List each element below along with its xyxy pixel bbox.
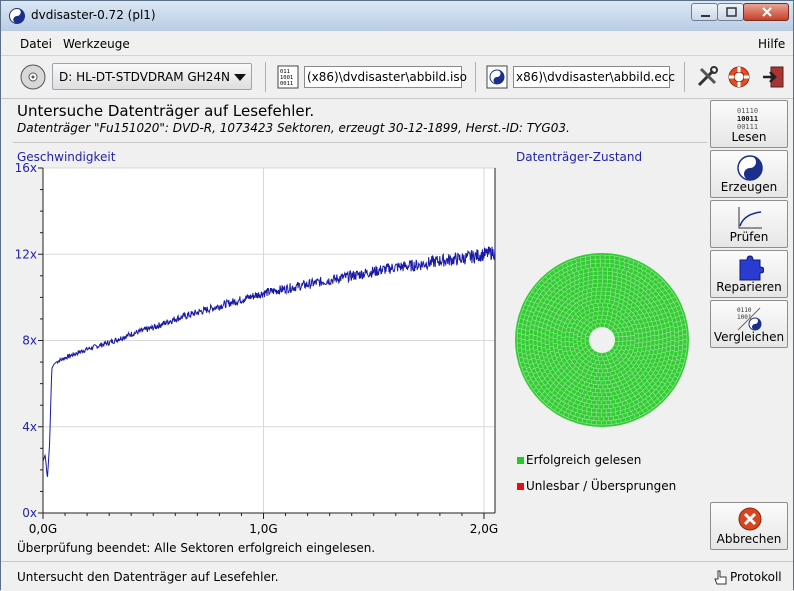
y-tick-label: 12x	[15, 247, 37, 261]
repair-button-label: Reparieren	[711, 280, 787, 294]
cancel-button[interactable]: Abbrechen	[710, 502, 788, 550]
svg-text:0110: 0110	[737, 307, 752, 314]
log-button[interactable]: Protokoll	[711, 568, 787, 586]
yin-yang-icon	[736, 154, 764, 182]
result-message: Überprüfung beendet: Alle Sektoren erfol…	[17, 541, 375, 555]
legend-label-error: Unlesbar / Übersprungen	[526, 479, 676, 493]
cancel-button-label: Abbrechen	[711, 532, 787, 546]
cancel-icon	[736, 506, 764, 534]
y-tick-label: 16x	[15, 161, 37, 175]
disc-state-map	[513, 251, 691, 429]
compare-button-label: Vergleichen	[711, 330, 787, 344]
legend-swatch-error	[517, 483, 524, 490]
svg-text:1001: 1001	[737, 314, 752, 321]
x-tick-label: 1,0G	[249, 522, 277, 536]
svg-text:01110: 01110	[737, 107, 758, 115]
puzzle-icon	[736, 254, 764, 282]
compare-icon: 0110 1001	[736, 304, 764, 332]
x-tick-label: 0,0G	[29, 522, 57, 536]
status-bar: Untersucht den Datenträger auf Lesefehle…	[1, 561, 793, 591]
hand-pointer-icon	[713, 569, 729, 585]
x-tick-label: 2,0G	[470, 522, 498, 536]
y-tick-label: 0x	[22, 506, 37, 520]
repair-button[interactable]: Reparieren	[710, 250, 788, 298]
verify-button[interactable]: Prüfen	[710, 200, 788, 248]
read-button-label: Lesen	[711, 130, 787, 144]
y-tick-label: 4x	[22, 420, 37, 434]
curve-chart-icon	[736, 204, 764, 232]
app-window: dvdisaster-0.72 (pl1) Datei Werkzeuge Hi…	[0, 0, 794, 590]
create-button[interactable]: Erzeugen	[710, 150, 788, 198]
y-tick-label: 8x	[22, 334, 37, 348]
verify-button-label: Prüfen	[711, 230, 787, 244]
legend-swatch-ok	[517, 457, 524, 464]
compare-button[interactable]: 0110 1001 Vergleichen	[710, 300, 788, 348]
log-button-label: Protokoll	[730, 570, 782, 584]
status-bar-text: Untersucht den Datenträger auf Lesefehle…	[17, 570, 279, 584]
create-button-label: Erzeugen	[711, 180, 787, 194]
legend-label-ok: Erfolgreich gelesen	[526, 453, 641, 467]
svg-text:10011: 10011	[737, 115, 758, 123]
read-button[interactable]: 01110 10011 00111 Lesen	[710, 100, 788, 148]
binary-icon: 01110 10011 00111	[736, 104, 764, 132]
